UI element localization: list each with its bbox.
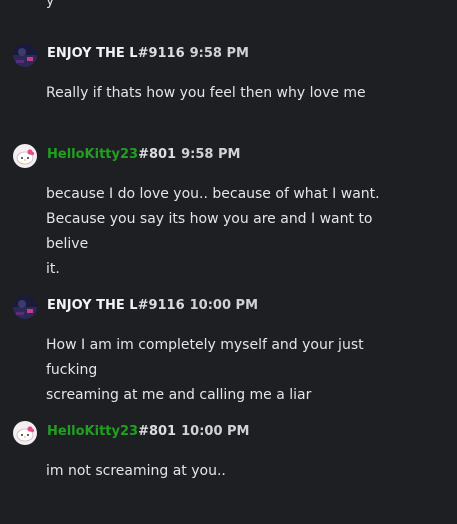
message-line: How I am im completely myself and your j… bbox=[46, 337, 364, 378]
username[interactable]: HelloKitty23 bbox=[47, 147, 138, 162]
username[interactable]: ENJOY THE L bbox=[47, 298, 138, 313]
message-line: because I do love you.. because of what … bbox=[46, 186, 380, 202]
discriminator: #801 bbox=[138, 147, 177, 162]
message-content: im not screaming at you.. bbox=[46, 459, 406, 484]
timestamp: 10:00 PM bbox=[181, 424, 250, 439]
username[interactable]: HelloKitty23 bbox=[47, 424, 138, 439]
discriminator: #801 bbox=[138, 424, 177, 439]
message-line: Because you say its how you are and I wa… bbox=[46, 211, 373, 252]
message-header: ENJOY THE L#9116 9:58 PM bbox=[47, 45, 249, 63]
username[interactable]: ENJOY THE L bbox=[47, 46, 138, 61]
dark-scene-avatar-icon[interactable] bbox=[13, 295, 37, 319]
timestamp: 10:00 PM bbox=[189, 298, 259, 313]
message-line: Really if thats how you feel then why lo… bbox=[46, 85, 366, 101]
message-line: screaming at me and calling me a liar bbox=[46, 387, 312, 403]
discriminator: #9116 bbox=[137, 298, 185, 313]
previous-message-fragment: y bbox=[46, 0, 55, 9]
hello-kitty-avatar-icon[interactable] bbox=[13, 144, 37, 168]
dark-scene-avatar-icon[interactable] bbox=[13, 43, 37, 67]
discriminator: #9116 bbox=[137, 46, 185, 61]
message-content: How I am im completely myself and your j… bbox=[46, 333, 406, 408]
message-line: im not screaming at you.. bbox=[46, 463, 226, 479]
timestamp: 9:58 PM bbox=[181, 147, 241, 162]
message-line: it. bbox=[46, 261, 60, 277]
message-header: ENJOY THE L#9116 10:00 PM bbox=[47, 297, 258, 315]
hello-kitty-avatar-icon[interactable] bbox=[13, 421, 37, 445]
message-header: HelloKitty23#801 9:58 PM bbox=[47, 146, 240, 164]
message-header: HelloKitty23#801 10:00 PM bbox=[47, 423, 249, 441]
message-content: because I do love you.. because of what … bbox=[46, 182, 406, 282]
timestamp: 9:58 PM bbox=[189, 46, 249, 61]
message-content: Really if thats how you feel then why lo… bbox=[46, 81, 406, 106]
